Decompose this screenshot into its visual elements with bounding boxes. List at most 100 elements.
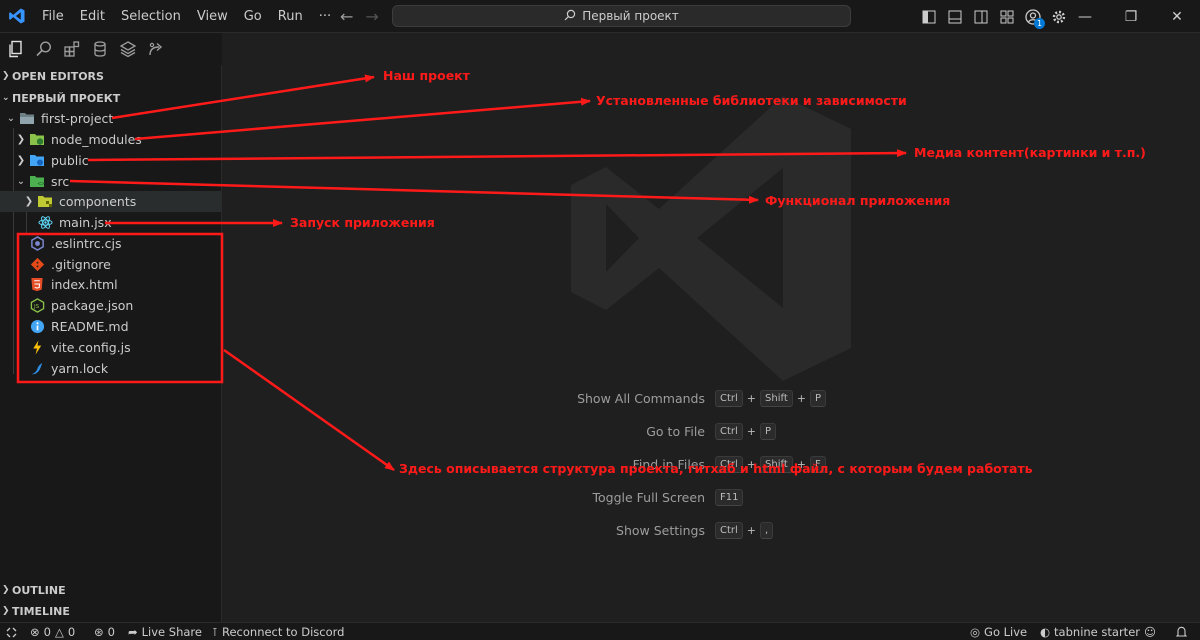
tree-folder-src[interactable]: ⌄ <> src xyxy=(0,171,222,192)
tree-file-package-json[interactable]: JS package.json xyxy=(0,295,222,316)
bell-icon[interactable] xyxy=(1176,623,1187,640)
search-icon xyxy=(564,9,576,24)
remote-share-icon[interactable] xyxy=(144,37,168,61)
remote-indicator[interactable] xyxy=(6,623,17,640)
tree-label: yarn.lock xyxy=(51,361,109,376)
chevron-right-icon: ❯ xyxy=(24,196,34,207)
discord-reconnect-button[interactable]: ⊺ Reconnect to Discord xyxy=(212,623,344,640)
chevron-right-icon: ❯ xyxy=(16,134,26,145)
tree-label: vite.config.js xyxy=(51,340,131,355)
layers-icon[interactable] xyxy=(116,37,140,61)
timeline-label: TIMELINE xyxy=(12,604,70,618)
explorer-icon[interactable] xyxy=(4,37,28,61)
tree-file-readme[interactable]: README.md xyxy=(0,316,222,337)
annotation-src: Функционал приложения xyxy=(765,193,951,208)
warning-count: 0 xyxy=(67,625,76,639)
accounts-icon[interactable]: 1 xyxy=(1024,8,1045,29)
folder-src-icon: <> xyxy=(28,174,46,190)
tree-file-main-jsx[interactable]: main.jsx xyxy=(0,212,222,233)
back-arrow-icon[interactable]: ← xyxy=(340,7,353,26)
broadcast-icon: ⊛ xyxy=(94,625,104,639)
tree-folder-node-modules[interactable]: ❯ node_modules xyxy=(0,129,222,150)
vscode-watermark-icon xyxy=(571,96,851,381)
timeline-header[interactable]: ❯ TIMELINE xyxy=(0,601,222,621)
search-view-icon[interactable] xyxy=(32,37,56,61)
forward-arrow-icon[interactable]: → xyxy=(365,7,378,26)
menu-bar: File Edit Selection View Go Run ··· xyxy=(34,0,339,33)
nodejs-icon: JS xyxy=(28,298,46,314)
tree-folder-first-project[interactable]: ⌄ first-project xyxy=(0,108,222,129)
html5-icon xyxy=(28,277,46,293)
tree-folder-public[interactable]: ❯ public xyxy=(0,150,222,171)
go-live-label: Go Live xyxy=(984,625,1028,639)
extensions-icon[interactable] xyxy=(60,37,84,61)
chevron-right-icon: ❯ xyxy=(16,155,26,166)
menu-view[interactable]: View xyxy=(189,0,236,33)
chevron-down-icon: ⌄ xyxy=(6,113,16,124)
problems-indicator[interactable]: ⊗ 0 △ 0 xyxy=(30,623,75,640)
command-hint-go-to-file: Go to File Ctrl + P xyxy=(505,423,777,440)
tree-file-yarn-lock[interactable]: yarn.lock xyxy=(0,358,222,379)
tree-file-vite-config[interactable]: vite.config.js xyxy=(0,337,222,358)
plus-sign: + xyxy=(746,425,757,438)
outline-header[interactable]: ❯ OUTLINE xyxy=(0,580,222,600)
tree-file-gitignore[interactable]: .gitignore xyxy=(0,254,222,275)
menu-more[interactable]: ··· xyxy=(311,0,339,33)
command-label: Go to File xyxy=(646,424,705,439)
command-label: Show All Commands xyxy=(577,391,705,406)
menu-selection[interactable]: Selection xyxy=(113,0,189,33)
command-label: Toggle Full Screen xyxy=(592,490,706,505)
git-icon xyxy=(28,257,46,273)
tree-label: components xyxy=(59,194,137,209)
command-center-search[interactable]: Первый проект xyxy=(392,5,851,27)
annotation-libs: Установленные библиотеки и зависимости xyxy=(596,93,907,108)
folder-public-icon xyxy=(28,153,46,169)
svg-text:JS: JS xyxy=(33,304,40,310)
open-editors-header[interactable]: ❯ OPEN EDITORS xyxy=(0,66,222,86)
ports-indicator[interactable]: ⊛ 0 xyxy=(94,623,115,640)
warning-icon: △ xyxy=(54,625,64,639)
tree-file-eslintrc[interactable]: .eslintrc.cjs xyxy=(0,233,222,254)
go-live-button[interactable]: ◎ Go Live xyxy=(970,623,1027,640)
tree-label: public xyxy=(51,153,89,168)
vscode-logo-icon xyxy=(0,0,34,33)
remote-icon xyxy=(6,627,17,637)
outline-label: OUTLINE xyxy=(12,583,66,597)
accounts-status-icon[interactable]: ☺ xyxy=(1144,623,1156,640)
command-hint-full-screen: Toggle Full Screen F11 xyxy=(505,489,744,506)
toggle-primary-sidebar-icon[interactable] xyxy=(920,8,938,26)
minimize-icon[interactable]: — xyxy=(1062,0,1108,33)
tree-file-index-html[interactable]: index.html xyxy=(0,274,222,295)
annotation-project: Наш проект xyxy=(383,68,470,83)
menu-file[interactable]: File xyxy=(34,0,72,33)
tabnine-label: tabnine starter xyxy=(1054,625,1140,639)
toggle-panel-icon[interactable] xyxy=(946,8,964,26)
close-icon[interactable]: ✕ xyxy=(1154,0,1200,33)
explorer-sidebar: ❯ OPEN EDITORS ⌄ ПЕРВЫЙ ПРОЕКТ ⌄ first-p… xyxy=(0,65,222,622)
menu-go[interactable]: Go xyxy=(236,0,270,33)
tree-label: .gitignore xyxy=(51,257,111,272)
tabnine-button[interactable]: ◐ tabnine starter xyxy=(1040,623,1140,640)
key-cap: , xyxy=(760,522,774,539)
command-label: Show Settings xyxy=(616,523,705,538)
customize-layout-icon[interactable] xyxy=(998,8,1016,26)
tree-label: README.md xyxy=(51,319,129,334)
tree-label: first-project xyxy=(41,111,114,126)
react-icon xyxy=(36,215,54,231)
chevron-down-icon: ⌄ xyxy=(16,176,26,187)
vite-bolt-icon xyxy=(28,340,46,356)
live-share-label: Live Share xyxy=(141,625,202,639)
project-header[interactable]: ⌄ ПЕРВЫЙ ПРОЕКТ xyxy=(0,88,222,108)
key-cap: F11 xyxy=(715,489,744,506)
annotation-main: Запуск приложения xyxy=(290,215,435,230)
restore-icon[interactable]: ❐ xyxy=(1108,0,1154,33)
menu-run[interactable]: Run xyxy=(270,0,311,33)
key-cap: Ctrl xyxy=(715,423,743,440)
database-icon[interactable] xyxy=(88,37,112,61)
tree-folder-components[interactable]: ❯ components xyxy=(0,191,222,212)
toggle-secondary-sidebar-icon[interactable] xyxy=(972,8,990,26)
live-share-button[interactable]: ➦ Live Share xyxy=(128,623,202,640)
folder-components-icon xyxy=(36,194,54,210)
error-icon: ⊗ xyxy=(30,625,40,639)
menu-edit[interactable]: Edit xyxy=(72,0,113,33)
